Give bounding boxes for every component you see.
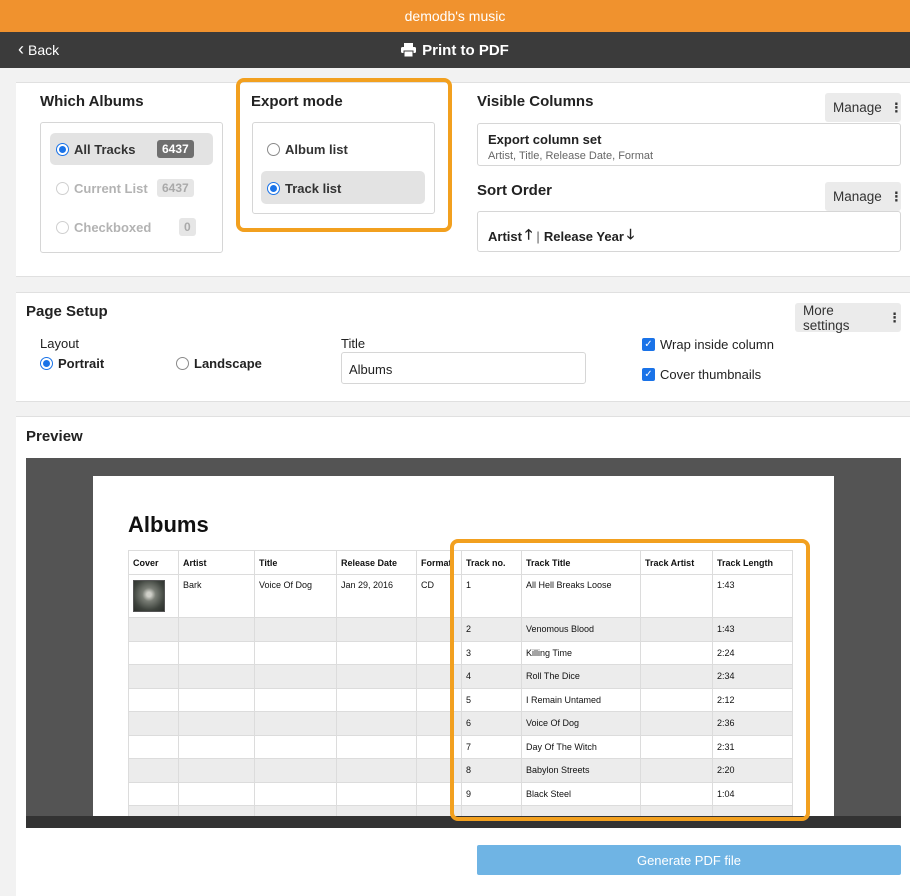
- sort-key-artist[interactable]: Artist: [488, 229, 522, 244]
- nav-bar: ‹ Back Print to PDF: [0, 32, 910, 68]
- track-columns-highlight: [450, 539, 810, 821]
- visible-columns-manage-button[interactable]: Manage ⋮: [825, 93, 903, 122]
- radio-all-tracks[interactable]: [56, 143, 69, 156]
- count-badge-all-tracks: 6437: [157, 140, 194, 158]
- arrow-up-icon: 🡑: [524, 226, 533, 242]
- table-cell: Jan 29, 2016: [336, 574, 417, 618]
- table-cell: Bark: [178, 574, 255, 618]
- option-label: Track list: [285, 181, 342, 196]
- which-albums-heading: Which Albums: [40, 93, 144, 110]
- count-badge-current-list: 6437: [157, 179, 194, 197]
- radio-track-list[interactable]: [267, 182, 280, 195]
- generate-pdf-button[interactable]: Generate PDF file: [477, 845, 901, 875]
- app-title-bar: demodb's music: [0, 0, 910, 32]
- layout-option-label: Landscape: [194, 356, 262, 371]
- option-label: Album list: [285, 142, 348, 157]
- column-set-selector[interactable]: Export column set Artist, Title, Release…: [477, 123, 901, 166]
- more-vertical-icon: ⋮: [888, 309, 901, 325]
- layout-portrait[interactable]: Portrait: [40, 356, 104, 371]
- option-album-list[interactable]: Album list: [267, 142, 348, 157]
- layout-label: Layout: [40, 336, 80, 351]
- page-title-text: Print to PDF: [422, 41, 509, 59]
- manage-label: Manage: [833, 100, 882, 115]
- arrow-down-icon: 🡓: [626, 226, 635, 242]
- checkbox-label: Wrap inside column: [660, 337, 774, 352]
- title-input[interactable]: Albums: [341, 352, 586, 384]
- layout-landscape[interactable]: Landscape: [176, 356, 262, 371]
- sort-order-field[interactable]: Artist 🡑 | Release Year 🡓: [477, 211, 901, 252]
- layout-option-label: Portrait: [58, 356, 105, 371]
- preview-heading: Preview: [26, 428, 83, 445]
- column-header: Title: [254, 550, 337, 575]
- radio-portrait[interactable]: [40, 357, 53, 370]
- checkbox-label: Cover thumbnails: [660, 367, 762, 382]
- column-header: Artist: [178, 550, 255, 575]
- radio-album-list[interactable]: [267, 143, 280, 156]
- cover-cell: [128, 574, 179, 618]
- column-set-columns: Artist, Title, Release Date, Format: [488, 150, 654, 162]
- printer-icon: [401, 43, 417, 57]
- export-mode-heading: Export mode: [251, 93, 343, 110]
- sort-divider: |: [536, 228, 540, 244]
- sort-order-manage-button[interactable]: Manage ⋮: [825, 182, 903, 211]
- checkbox-wrap-inside-column[interactable]: ✓: [642, 338, 655, 351]
- manage-label: Manage: [833, 189, 882, 204]
- sort-key-release-year[interactable]: Release Year: [544, 229, 624, 244]
- column-header: Release Date: [336, 550, 417, 575]
- preview-doc-title: Albums: [128, 512, 209, 537]
- option-current-list[interactable]: Current List: [56, 181, 148, 196]
- visible-columns-heading: Visible Columns: [477, 93, 594, 110]
- page-setup-panel: [16, 292, 910, 402]
- generate-pdf-label: Generate PDF file: [636, 852, 742, 868]
- title-input-value: Albums: [349, 362, 393, 377]
- page-title: Print to PDF: [0, 32, 910, 68]
- title-label: Title: [341, 336, 366, 351]
- more-vertical-icon: ⋮: [889, 188, 903, 204]
- option-checkboxed[interactable]: Checkboxed: [56, 220, 151, 235]
- radio-current-list[interactable]: [56, 182, 69, 195]
- sort-order-heading: Sort Order: [477, 182, 553, 199]
- app-title: demodb's music: [404, 8, 506, 24]
- album-cover-thumbnail: [133, 580, 165, 612]
- column-header: Cover: [128, 550, 179, 575]
- more-settings-label: More settings: [803, 302, 850, 333]
- column-set-name: Export column set: [488, 132, 602, 147]
- more-settings-button[interactable]: More settings ⋮: [795, 302, 901, 333]
- more-vertical-icon: ⋮: [889, 99, 903, 115]
- cover-thumbnails-option[interactable]: ✓ Cover thumbnails: [642, 367, 761, 382]
- checkbox-cover-thumbnails[interactable]: ✓: [642, 368, 655, 381]
- option-all-tracks[interactable]: All Tracks: [56, 142, 135, 157]
- option-label: Current List: [74, 181, 148, 196]
- page-setup-heading: Page Setup: [26, 303, 108, 320]
- option-track-list[interactable]: Track list: [267, 181, 341, 196]
- radio-landscape[interactable]: [176, 357, 189, 370]
- count-badge-checkboxed: 0: [179, 218, 196, 236]
- table-cell: Voice Of Dog: [254, 574, 337, 618]
- option-label: Checkboxed: [74, 220, 152, 235]
- option-label: All Tracks: [74, 142, 136, 157]
- wrap-inside-column-option[interactable]: ✓ Wrap inside column: [642, 337, 774, 352]
- radio-checkboxed[interactable]: [56, 221, 69, 234]
